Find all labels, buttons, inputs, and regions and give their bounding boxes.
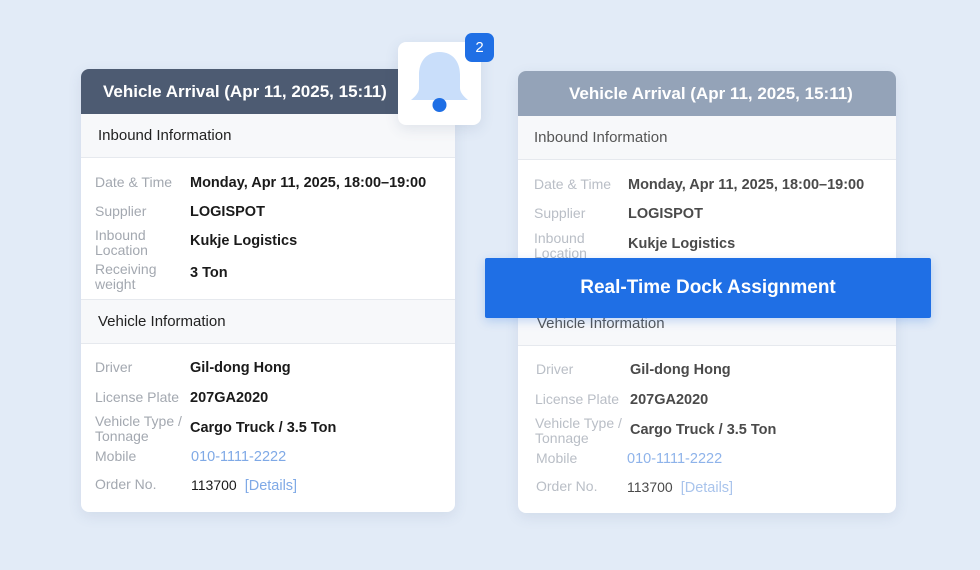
order-number: 113700 [627, 479, 673, 495]
inbound-info-heading: Inbound Information [518, 116, 896, 160]
inbound-location-value: Kukje Logistics [628, 236, 736, 252]
driver-label: Driver [536, 361, 574, 377]
driver-label: Driver [95, 359, 133, 375]
order-no-value: 113700 [Details] [191, 477, 297, 494]
license-plate-value: 207GA2020 [630, 392, 709, 408]
details-link[interactable]: [Details] [245, 478, 297, 494]
receiving-weight-label: Receiving weight [95, 261, 157, 292]
inbound-location-value: Kukje Logistics [190, 233, 298, 249]
mobile-label: Mobile [95, 448, 137, 464]
vehicle-type-value: Cargo Truck / 3.5 Ton [630, 422, 777, 438]
driver-value: Gil-dong Hong [190, 360, 291, 376]
order-number: 113700 [191, 477, 237, 493]
supplier-label: Supplier [534, 205, 586, 221]
vehicle-arrival-card: Vehicle Arrival (Apr 11, 2025, 15:11) In… [81, 69, 455, 512]
supplier-label: Supplier [95, 203, 147, 219]
notification-count-badge: 2 [465, 33, 494, 62]
date-time-label: Date & Time [534, 176, 612, 192]
vehicle-type-label: Vehicle Type / Tonnage [535, 415, 622, 446]
vehicle-type-label: Vehicle Type / Tonnage [95, 413, 182, 444]
license-plate-label: License Plate [95, 389, 180, 405]
vehicle-info-section: Driver Gil-dong Hong License Plate 207GA… [518, 346, 896, 513]
mobile-link[interactable]: 010-1111-2222 [191, 449, 286, 465]
date-time-value: Monday, Apr 11, 2025, 18:00–19:00 [190, 175, 427, 191]
inbound-location-label: Inbound Location [95, 227, 148, 258]
vehicle-info-heading: Vehicle Information [81, 300, 455, 344]
details-link[interactable]: [Details] [681, 480, 733, 496]
dock-assignment-button[interactable]: Real-Time Dock Assignment [485, 258, 931, 318]
supplier-value: LOGISPOT [628, 206, 703, 222]
receiving-weight-value: 3 Ton [190, 265, 228, 281]
inbound-location-label: Inbound Location [534, 230, 587, 261]
order-no-value: 113700 [Details] [627, 479, 733, 496]
license-plate-value: 207GA2020 [190, 390, 269, 406]
vehicle-type-value: Cargo Truck / 3.5 Ton [190, 420, 337, 436]
date-time-label: Date & Time [95, 174, 173, 190]
mobile-link[interactable]: 010-1111-2222 [627, 451, 722, 467]
vehicle-info-section: Driver Gil-dong Hong License Plate 207GA… [81, 344, 455, 512]
date-time-value: Monday, Apr 11, 2025, 18:00–19:00 [628, 177, 865, 193]
card-title: Vehicle Arrival (Apr 11, 2025, 15:11) [518, 71, 896, 116]
order-no-label: Order No. [536, 478, 598, 494]
supplier-value: LOGISPOT [190, 204, 265, 220]
mobile-label: Mobile [536, 450, 578, 466]
inbound-info-section: Date & Time Monday, Apr 11, 2025, 18:00–… [81, 158, 455, 300]
license-plate-label: License Plate [535, 391, 620, 407]
order-no-label: Order No. [95, 476, 157, 492]
driver-value: Gil-dong Hong [630, 362, 731, 378]
